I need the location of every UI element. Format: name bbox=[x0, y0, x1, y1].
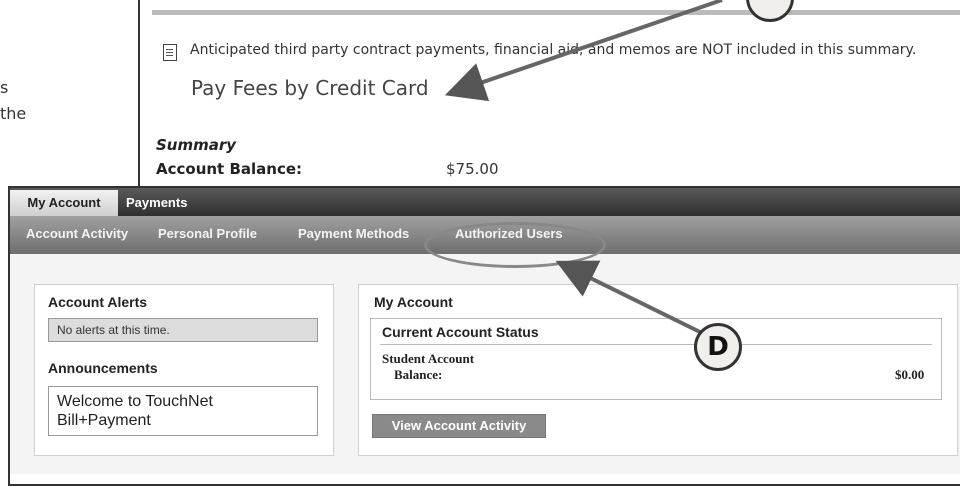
arrow-to-pay-fees bbox=[444, 0, 723, 102]
callout-d: D bbox=[694, 323, 742, 371]
annotation-arrows bbox=[444, 0, 723, 334]
arrow-to-authorized-users bbox=[555, 260, 701, 334]
